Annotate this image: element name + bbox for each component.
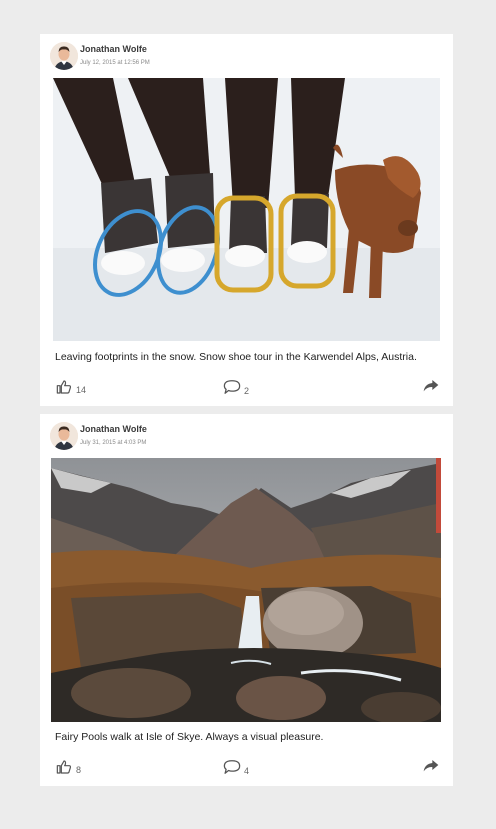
post-actions: 14 2 — [40, 379, 453, 401]
post-card: Jonathan Wolfe July 31, 2015 at 4:03 PM — [40, 414, 453, 786]
comment-count: 4 — [244, 766, 250, 776]
author-avatar[interactable] — [50, 422, 78, 450]
post-caption: Leaving footprints in the snow. Snow sho… — [55, 351, 417, 363]
post-actions: 8 4 — [40, 759, 453, 781]
like-count: 14 — [76, 385, 87, 395]
comment-count: 2 — [244, 386, 250, 396]
post-photo[interactable] — [51, 458, 441, 722]
post-card: Jonathan Wolfe July 12, 2015 at 12:56 PM — [40, 34, 453, 406]
author-name[interactable]: Jonathan Wolfe — [80, 424, 147, 434]
author-name[interactable]: Jonathan Wolfe — [80, 44, 147, 54]
like-count: 8 — [76, 765, 82, 775]
post-caption: Fairy Pools walk at Isle of Skye. Always… — [55, 731, 324, 743]
post-date: July 12, 2015 at 12:56 PM — [80, 60, 150, 66]
author-avatar[interactable] — [50, 42, 78, 70]
post-photo[interactable] — [53, 78, 440, 341]
post-date: July 31, 2015 at 4:03 PM — [80, 440, 147, 446]
